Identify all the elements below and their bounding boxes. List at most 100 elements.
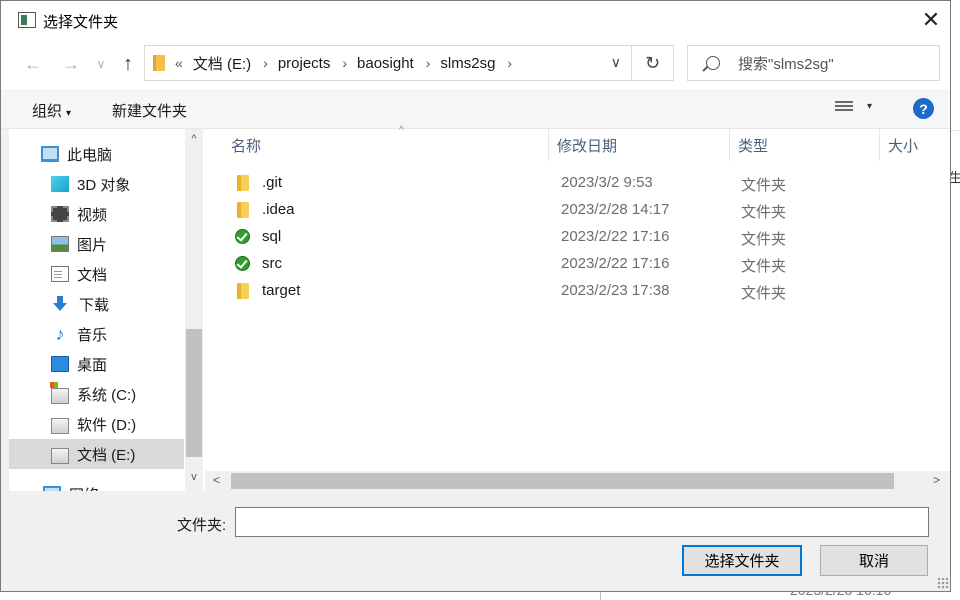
sidebar-item-network[interactable]: 网络 xyxy=(9,479,184,491)
organize-button[interactable]: 组织 ▾ xyxy=(32,100,71,121)
file-name: target xyxy=(262,282,301,299)
sidebar-item-drive-d[interactable]: 软件 (D:) xyxy=(9,409,184,439)
sidebar-item-drive-e[interactable]: 文档 (E:) xyxy=(9,439,184,469)
file-name: .idea xyxy=(262,201,295,218)
horizontal-scrollbar[interactable]: < > xyxy=(205,471,950,491)
folder-name-field[interactable] xyxy=(235,507,929,537)
resize-grip-icon[interactable] xyxy=(937,577,949,589)
computer-icon xyxy=(41,146,59,162)
sidebar-item-videos[interactable]: 视频 xyxy=(9,199,184,229)
folder-icon xyxy=(237,175,249,191)
select-folder-dialog: 选择文件夹 ✕ ← → ∨ ↑ « 文档 (E:) › projects › b… xyxy=(0,0,951,592)
address-dropdown-icon[interactable]: ∨ xyxy=(611,54,621,71)
drive-icon xyxy=(51,448,69,464)
music-icon: ♪ xyxy=(55,324,65,344)
sidebar-item-desktop[interactable]: 桌面 xyxy=(9,349,184,379)
refresh-icon: ↻ xyxy=(644,52,661,73)
sidebar-item-documents[interactable]: 文档 xyxy=(9,259,184,289)
scroll-up-icon[interactable]: ^ xyxy=(185,133,203,145)
close-button[interactable]: ✕ xyxy=(911,1,951,39)
scroll-right-icon[interactable]: > xyxy=(933,473,940,487)
title-bar: 选择文件夹 ✕ xyxy=(1,1,950,39)
breadcrumb-separator-icon[interactable]: › xyxy=(507,55,512,71)
scroll-left-icon[interactable]: < xyxy=(213,473,220,487)
table-row[interactable]: src 2023/2/22 17:16 文件夹 xyxy=(205,251,925,278)
file-date: 2023/2/22 17:16 xyxy=(561,255,670,272)
table-row[interactable]: sql 2023/2/22 17:16 文件夹 xyxy=(205,224,925,251)
sidebar-item-label: 此电脑 xyxy=(67,146,113,164)
file-name: .git xyxy=(262,174,283,191)
git-folder-icon xyxy=(233,256,250,271)
help-icon[interactable]: ? xyxy=(913,98,934,119)
recent-locations-button[interactable]: ∨ xyxy=(91,51,111,77)
file-type: 文件夹 xyxy=(741,231,787,248)
column-header-name[interactable]: 名称 ^ xyxy=(223,125,549,161)
search-input[interactable]: 搜索"slms2sg" xyxy=(687,45,940,81)
file-name: src xyxy=(262,255,282,272)
caret-down-icon: ▾ xyxy=(66,108,72,119)
dialog-title: 选择文件夹 xyxy=(43,14,119,31)
breadcrumb-drive[interactable]: 文档 (E:) xyxy=(193,53,251,74)
overflow-chevron-icon[interactable]: « xyxy=(175,55,183,71)
table-row[interactable]: .git 2023/3/2 9:53 文件夹 xyxy=(205,170,925,197)
sidebar-item-downloads[interactable]: 下载 xyxy=(9,289,184,319)
sidebar-item-label: 图片 xyxy=(77,236,108,254)
cancel-button[interactable]: 取消 xyxy=(820,545,928,576)
column-header-label: 大小 xyxy=(888,137,919,155)
organize-label: 组织 xyxy=(32,103,63,120)
scrollbar-thumb[interactable] xyxy=(231,473,894,489)
sidebar-item-3d-objects[interactable]: 3D 对象 xyxy=(9,169,184,199)
select-folder-button[interactable]: 选择文件夹 xyxy=(682,545,802,576)
desktop-icon xyxy=(51,356,69,372)
sidebar-item-music[interactable]: ♪ 音乐 xyxy=(9,319,184,349)
breadcrumb-slms2sg[interactable]: slms2sg xyxy=(440,55,495,72)
table-row[interactable]: .idea 2023/2/28 14:17 文件夹 xyxy=(205,197,925,224)
scrollbar-thumb[interactable] xyxy=(186,329,202,457)
sidebar-item-this-pc[interactable]: 此电脑 xyxy=(9,139,184,169)
file-type: 文件夹 xyxy=(741,258,787,275)
forward-button[interactable]: → xyxy=(57,51,85,77)
breadcrumb-separator-icon[interactable]: › xyxy=(342,55,347,71)
view-caret-icon[interactable]: ▾ xyxy=(867,101,872,112)
column-header-size[interactable]: 大小 xyxy=(880,129,950,161)
sidebar-item-drive-c[interactable]: 系统 (C:) xyxy=(9,379,184,409)
breadcrumb-separator-icon[interactable]: › xyxy=(263,55,268,71)
address-bar[interactable]: « 文档 (E:) › projects › baosight › slms2s… xyxy=(144,45,632,81)
breadcrumb-projects[interactable]: projects xyxy=(278,55,331,72)
sidebar-item-pictures[interactable]: 图片 xyxy=(9,229,184,259)
search-placeholder: 搜索"slms2sg" xyxy=(738,55,834,73)
file-type: 文件夹 xyxy=(741,285,787,302)
table-row[interactable]: target 2023/2/23 17:38 文件夹 xyxy=(205,278,925,305)
pictures-icon xyxy=(51,236,69,252)
column-header-type[interactable]: 类型 xyxy=(730,129,880,161)
file-list: 名称 ^ 修改日期 类型 大小 .git 2023/3/2 9:53 文件夹 .… xyxy=(205,125,950,491)
column-header-label: 修改日期 xyxy=(557,137,618,155)
breadcrumb-baosight[interactable]: baosight xyxy=(357,55,414,72)
arrow-left-icon: ← xyxy=(24,53,42,74)
folder-icon xyxy=(237,283,249,299)
up-button[interactable]: ↑ xyxy=(115,51,141,77)
file-date: 2023/2/23 17:38 xyxy=(561,282,670,299)
sidebar-item-label: 系统 (C:) xyxy=(77,386,137,404)
video-icon xyxy=(51,206,69,222)
view-options-icon[interactable] xyxy=(835,101,853,115)
file-date: 2023/2/28 14:17 xyxy=(561,201,670,218)
column-header-date[interactable]: 修改日期 xyxy=(549,129,730,161)
navigation-scrollbar[interactable]: ^ v xyxy=(185,129,203,491)
file-name: sql xyxy=(262,228,282,245)
column-header-label: 名称 xyxy=(231,137,262,155)
new-folder-button[interactable]: 新建文件夹 xyxy=(112,100,187,121)
sidebar-item-label: 软件 (D:) xyxy=(77,416,137,434)
file-type: 文件夹 xyxy=(741,177,787,194)
arrow-right-icon: → xyxy=(62,53,80,74)
sort-ascending-icon: ^ xyxy=(399,125,404,136)
refresh-button[interactable]: ↻ xyxy=(632,45,674,81)
close-icon: ✕ xyxy=(921,7,941,32)
breadcrumb-separator-icon[interactable]: › xyxy=(426,55,431,71)
back-button[interactable]: ← xyxy=(19,51,47,77)
sidebar-item-label: 网络 xyxy=(69,484,99,492)
scroll-down-icon[interactable]: v xyxy=(185,471,203,483)
folder-icon xyxy=(153,55,165,71)
file-date: 2023/3/2 9:53 xyxy=(561,174,653,191)
sidebar-item-label: 视频 xyxy=(77,206,108,224)
